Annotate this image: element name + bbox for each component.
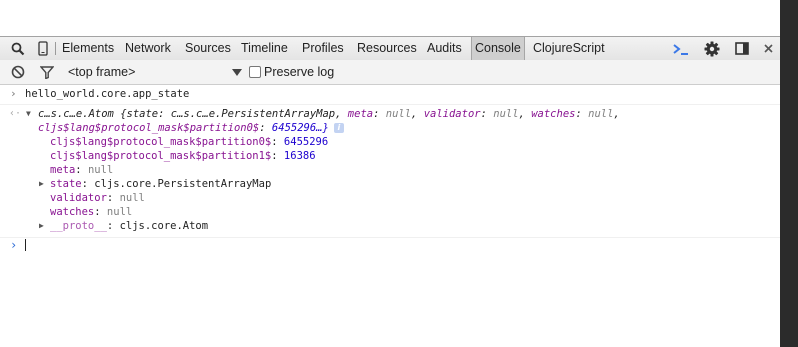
devtools-toolbar: Elements Network Sources Timeline Profil…	[0, 36, 780, 61]
summary-mask-key: cljs$lang$protocol_mask$partition0$	[38, 122, 260, 134]
summary-validator-key: validator	[423, 108, 481, 120]
property-key: cljs$lang$protocol_mask$partition1$	[50, 150, 272, 162]
devtools-window: Elements Network Sources Timeline Profil…	[0, 0, 780, 347]
preserve-log-checkbox[interactable]	[249, 66, 261, 78]
summary-watches-value: null	[588, 108, 614, 120]
summary-meta-key: meta	[347, 108, 374, 120]
property-row: cljs$lang$protocol_mask$partition1$: 163…	[50, 150, 316, 162]
console-drawer-icon[interactable]	[671, 37, 691, 60]
property-value: null	[119, 192, 145, 204]
summary-type: c…s.c…e.Atom	[38, 108, 121, 120]
page-viewport	[0, 0, 780, 36]
chevron-down-icon[interactable]	[232, 69, 242, 76]
property-row: watches: null	[50, 206, 133, 218]
tab-clojurescript[interactable]: ClojureScript	[533, 37, 605, 60]
expand-triangle-icon[interactable]: ▶	[39, 177, 44, 191]
summary-open: {state:	[120, 108, 171, 120]
object-summary-cont: cljs$lang$protocol_mask$partition0$: 645…	[38, 121, 344, 135]
property-row[interactable]: __proto__: cljs.core.Atom	[50, 219, 208, 233]
tab-elements[interactable]: Elements	[62, 37, 114, 60]
console-result-row: ‹· ▼ c…s.c…e.Atom {state: c…s.c…e.Persis…	[0, 105, 780, 238]
summary-validator-value: null	[493, 108, 519, 120]
summary-state-type: c…s.c…e.PersistentArrayMap	[170, 108, 336, 120]
toolbar-separator	[55, 42, 56, 55]
tab-sources[interactable]: Sources	[185, 37, 231, 60]
console-prompt[interactable]: ›	[0, 238, 780, 256]
tab-profiles[interactable]: Profiles	[302, 37, 344, 60]
property-value: null	[106, 206, 133, 218]
property-value: cljs.core.PersistentArrayMap	[94, 178, 272, 190]
property-value: 6455296	[283, 136, 329, 148]
prompt-chevron-icon: ›	[10, 238, 18, 252]
property-row: cljs$lang$protocol_mask$partition0$: 645…	[50, 136, 329, 148]
expand-triangle-icon[interactable]: ▼	[26, 107, 31, 121]
property-key: meta	[50, 164, 76, 176]
expand-triangle-icon[interactable]: ▶	[39, 219, 44, 233]
property-value: cljs.core.Atom	[119, 220, 209, 232]
property-key: validator	[50, 192, 107, 204]
summary-mask-value: 6455296…}	[271, 122, 329, 134]
property-row[interactable]: state: cljs.core.PersistentArrayMap	[50, 177, 271, 191]
close-icon[interactable]	[761, 37, 775, 60]
property-key: watches	[50, 206, 95, 218]
dock-side-icon[interactable]	[733, 37, 751, 60]
tab-console[interactable]: Console	[471, 37, 525, 60]
property-value: null	[87, 164, 114, 176]
console-filter-bar: <top frame> Preserve log	[0, 60, 780, 85]
search-icon[interactable]	[9, 37, 27, 60]
filter-icon[interactable]	[38, 60, 56, 84]
frame-selector[interactable]: <top frame>	[68, 60, 246, 84]
property-value: 16386	[283, 150, 316, 162]
text-caret	[25, 239, 26, 251]
summary-meta-value: null	[385, 108, 412, 120]
device-mode-icon[interactable]	[35, 37, 51, 60]
tab-network[interactable]: Network	[125, 37, 171, 60]
property-key: __proto__	[50, 220, 107, 232]
tab-timeline[interactable]: Timeline	[241, 37, 288, 60]
preserve-log-label[interactable]: Preserve log	[264, 60, 334, 84]
property-key: cljs$lang$protocol_mask$partition0$	[50, 136, 272, 148]
property-key: state	[50, 178, 82, 190]
command-text: hello_world.core.app_state	[25, 88, 190, 100]
summary-watches-key: watches	[531, 108, 576, 120]
property-row: meta: null	[50, 164, 114, 176]
console-messages: › hello_world.core.app_state ‹· ▼ c…s.c……	[0, 85, 780, 347]
settings-gear-icon[interactable]	[702, 37, 722, 60]
object-summary[interactable]: c…s.c…e.Atom {state: c…s.c…e.PersistentA…	[38, 107, 620, 121]
info-icon[interactable]: i	[333, 123, 344, 133]
property-row: validator: null	[50, 192, 145, 204]
console-command-row: › hello_world.core.app_state	[0, 85, 780, 105]
clear-console-icon[interactable]	[9, 60, 27, 84]
command-prompt-icon: ›	[10, 87, 17, 100]
result-arrow-icon: ‹·	[9, 108, 22, 119]
tab-audits[interactable]: Audits	[427, 37, 462, 60]
tab-resources[interactable]: Resources	[357, 37, 417, 60]
